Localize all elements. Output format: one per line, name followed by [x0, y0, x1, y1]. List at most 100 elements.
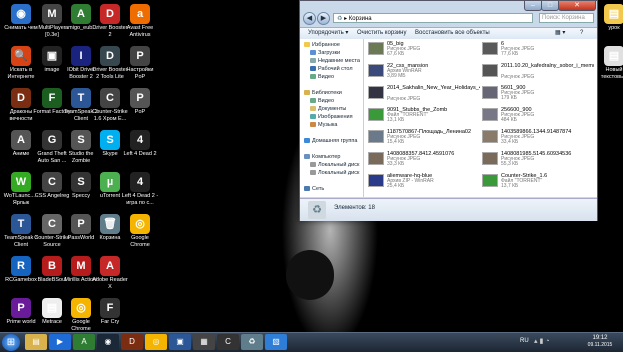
desktop-icon[interactable]: F Far Cry — [91, 298, 129, 332]
tray-icons[interactable]: ▴ ▮ ◔ — [534, 337, 549, 345]
file-item[interactable]: 1187570867-Площадь_Ленина02 Рисунок JPEG 1… — [368, 129, 480, 146]
nav-item[interactable]: Недавние места — [310, 58, 360, 65]
nav-item[interactable]: Локальный диск — [310, 170, 359, 177]
clock[interactable]: 19:12 09.11.2015 — [583, 335, 617, 348]
nav-item[interactable]: Избранное — [304, 42, 340, 49]
file-item[interactable]: Counter-Strike_1.6 Файл "TORRENT" 13,7 КБ — [482, 173, 594, 190]
desktop-icon[interactable]: a Avast Free Antivirus — [121, 4, 159, 46]
nav-item[interactable]: Изображения — [310, 114, 353, 121]
desktop-icon[interactable]: ◎ Google Chrome — [121, 214, 159, 256]
nav-item-label: Локальный диск — [318, 162, 360, 168]
nav-item[interactable]: Сеть — [304, 186, 324, 193]
app-icon: T — [71, 88, 91, 108]
back-button[interactable]: ◀ — [303, 12, 316, 25]
nav-item[interactable]: Музыка — [310, 122, 337, 129]
nav-item[interactable]: Домашняя группа — [304, 138, 357, 145]
help-icon[interactable]: ? — [580, 28, 583, 39]
nav-item[interactable]: Компьютер — [304, 154, 340, 161]
app-icon: G — [42, 130, 62, 150]
file-item[interactable]: 1403589866.1344.91487874 Рисунок JPEG 33,4… — [482, 129, 594, 146]
file-item[interactable]: 5601_900 Рисунок JPEG 179 КБ — [482, 85, 594, 102]
file-name: 2014_Sakhalin_New_Year_Holidays_43 — [387, 85, 480, 91]
organize-button[interactable]: Упорядочить ▾ — [308, 28, 348, 39]
app-icon: C — [100, 88, 120, 108]
address-input[interactable]: ♻ ▸ Корзина — [333, 13, 533, 23]
nav-item-icon — [310, 58, 316, 64]
nav-item[interactable]: Видео — [310, 98, 334, 105]
nav-item[interactable]: Видео — [310, 74, 334, 81]
taskbar-app-button[interactable]: D — [121, 334, 143, 350]
file-item[interactable]: 1408081985.5145.60934536 Рисунок JPEG 55,3… — [482, 151, 594, 168]
desktop-icon-label: Left 4 Dead 2 — [123, 151, 157, 157]
start-button[interactable]: ⊞ — [2, 334, 20, 351]
language-indicator[interactable]: RU — [520, 338, 529, 344]
file-item[interactable]: 256600_900 Рисунок JPEG 484 КБ — [482, 107, 594, 124]
file-item[interactable]: aliemware-hq-blue Архив ZIP - WinRAR 25,4 … — [368, 173, 480, 190]
desktop-icon[interactable]: P Настройки PoP — [121, 46, 159, 88]
restore-all-button[interactable]: Восстановить все объекты — [415, 28, 490, 39]
desktop-icon[interactable]: ▤Новый текстовый — [595, 46, 623, 88]
search-placeholder: Поиск: Корзина — [542, 15, 585, 21]
taskbar-app-button[interactable]: ▦ — [193, 334, 215, 350]
title-bar[interactable]: – □ ✕ — [300, 1, 597, 11]
nav-item-label: Библиотеки — [312, 90, 342, 96]
status-bar: ♻ Элементов: 18 — [300, 198, 597, 221]
app-icon: A — [100, 256, 120, 276]
nav-item-label: Видео — [318, 98, 335, 104]
taskbar-app-button[interactable]: ♻ — [241, 334, 263, 350]
file-thumbnail — [482, 108, 498, 121]
app-icon: µ — [100, 172, 120, 192]
nav-item-icon — [310, 162, 316, 168]
file-size: 3,89 МБ — [387, 73, 406, 79]
file-size: 484 КБ — [501, 117, 517, 123]
nav-item[interactable]: Локальный диск — [310, 162, 359, 169]
desktop-icon[interactable]: P PoP — [121, 88, 159, 130]
view-options-icon[interactable]: ▦ ▾ — [555, 28, 565, 39]
nav-item-label: Недавние места — [318, 58, 360, 64]
desktop-icon[interactable]: A Adobe Reader X — [91, 256, 129, 298]
file-item[interactable]: 9091_Stubbs_the_Zomb Файл "TORRENT" 13,1 К… — [368, 107, 480, 124]
file-item[interactable]: 2014_Sakhalin_New_Year_Holidays_43 Рисуно… — [368, 85, 480, 102]
search-input[interactable]: Поиск: Корзина — [539, 13, 594, 23]
taskbar-app-button[interactable]: ▶ — [49, 334, 71, 350]
taskbar-app-button[interactable]: A — [73, 334, 95, 350]
app-icon: ▤ — [42, 298, 62, 318]
desktop-icon-label: Google Chrome — [130, 235, 150, 248]
nav-item[interactable]: Документы — [310, 106, 346, 113]
file-list: 05_big Рисунок JPEG 67,6 КБ 22_css_mansion А… — [364, 39, 597, 197]
file-thumbnail — [368, 152, 384, 165]
desktop-icon[interactable]: 4 Left 4 Dead 2 - игра по с... — [121, 172, 159, 214]
file-type: Рисунок JPEG — [387, 96, 421, 102]
file-item[interactable]: 6 Рисунок JPEG 77,6 КБ — [482, 41, 594, 58]
file-size: 13,1 КБ — [387, 117, 405, 123]
empty-bin-button[interactable]: Очистить корзину — [357, 28, 407, 39]
app-icon: P — [130, 46, 150, 66]
desktop-icon[interactable]: ▤ урок — [595, 4, 623, 46]
file-item[interactable]: 2011.10.20_kafedralny_sobor_i_memorial_k… — [482, 63, 594, 80]
file-thumbnail — [482, 130, 498, 143]
nav-item[interactable]: Загрузки — [310, 50, 340, 57]
app-icon: S — [71, 172, 91, 192]
taskbar-app-button[interactable]: ▤ — [25, 334, 47, 350]
wallpaper-shape — [286, 250, 334, 300]
file-item[interactable]: 05_big Рисунок JPEG 67,6 КБ — [368, 41, 480, 58]
file-item[interactable]: 22_css_mansion Архив WinRAR 3,89 МБ — [368, 63, 480, 80]
file-thumbnail — [368, 86, 384, 99]
maximize-button[interactable]: □ — [541, 1, 559, 11]
taskbar-app-button[interactable]: ▧ — [265, 334, 287, 350]
close-button[interactable]: ✕ — [558, 1, 596, 11]
taskbar-app-button[interactable]: C — [217, 334, 239, 350]
nav-item-icon — [310, 66, 316, 72]
nav-item-label: Документы — [318, 106, 347, 112]
forward-button[interactable]: ▶ — [317, 12, 330, 25]
file-item[interactable]: 1408088357.8412.4591076 Рисунок JPEG 33,3 … — [368, 151, 480, 168]
nav-item-icon — [304, 42, 310, 48]
nav-item[interactable]: Рабочий стол — [310, 66, 353, 73]
nav-item[interactable]: Библиотеки — [304, 90, 342, 97]
taskbar-app-button[interactable]: ◉ — [97, 334, 119, 350]
taskbar-app-button[interactable]: ◎ — [145, 334, 167, 350]
minimize-button[interactable]: – — [524, 1, 542, 11]
explorer-window[interactable]: – □ ✕ ◀ ▶ ♻ ▸ Корзина Поиск: Корзина Упо… — [299, 0, 598, 221]
desktop-icon[interactable]: 4 Left 4 Dead 2 — [121, 130, 159, 172]
taskbar-app-button[interactable]: ▣ — [169, 334, 191, 350]
